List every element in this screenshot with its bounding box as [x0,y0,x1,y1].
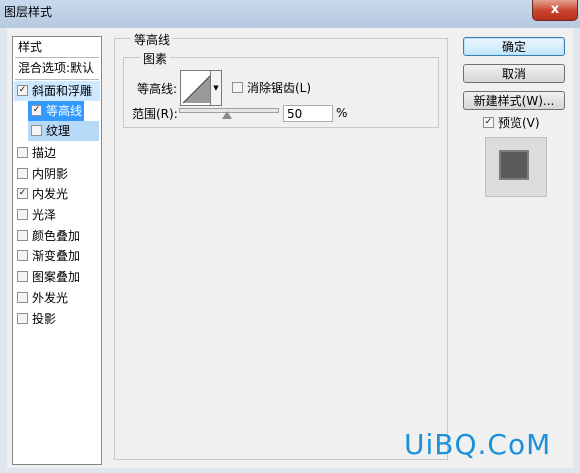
checkbox-satin[interactable] [17,209,28,220]
antialias-label: 消除锯齿(L) [247,81,312,95]
style-item-label: 内阴影 [32,167,69,181]
style-item-label: 斜面和浮雕 [32,84,93,98]
checkbox-texture[interactable] [31,125,42,136]
style-item-contour[interactable]: ✓ 等高线 [28,101,84,121]
checkbox-preview[interactable]: ✓ [483,117,494,128]
range-label: 范围(R): [132,107,178,121]
checkbox-inner-shadow[interactable] [17,168,28,179]
style-item-outer-glow[interactable]: 外发光 [17,288,68,308]
close-icon: x [550,2,560,17]
checkbox-pattern-overlay[interactable] [17,271,28,282]
style-item-color-overlay[interactable]: 颜色叠加 [17,226,80,246]
styles-header[interactable]: 样式 [18,37,42,57]
style-item-label: 描边 [32,146,57,160]
style-item-label: 外发光 [32,291,69,305]
style-item-label: 内发光 [32,187,69,201]
checkbox-color-overlay[interactable] [17,230,28,241]
dialog-client: 样式 混合选项:默认 ✓ 斜面和浮雕 ✓ 等高线 纹理 描边 内阴影 ✓ 内发光 光泽… [7,28,573,468]
preview-option[interactable]: ✓ 预览(V) [483,114,540,131]
antialias-option[interactable]: 消除锯齿(L) [232,79,311,96]
preview-swatch [499,150,529,180]
checkbox-antialias[interactable] [232,82,243,93]
style-item-label: 投影 [32,312,57,326]
title-bar: 图层样式 x [0,0,580,28]
style-item-inner-shadow[interactable]: 内阴影 [17,164,68,184]
checkbox-outer-glow[interactable] [17,292,28,303]
style-item-label: 纹理 [46,124,71,138]
new-style-button[interactable]: 新建样式(W)... [463,91,565,110]
style-item-label: 光泽 [32,208,57,222]
style-item-label: 等高线 [46,104,83,118]
checkbox-bevel-emboss[interactable]: ✓ [17,85,28,96]
style-item-label: 渐变叠加 [32,249,81,263]
style-item-drop-shadow[interactable]: 投影 [17,309,56,329]
blend-options-item[interactable]: 混合选项:默认 [18,58,94,78]
style-item-label: 图案叠加 [32,270,81,284]
checkbox-inner-glow[interactable]: ✓ [17,188,28,199]
checkbox-stroke[interactable] [17,147,28,158]
style-item-pattern-overlay[interactable]: 图案叠加 [17,267,80,287]
style-item-bevel-emboss[interactable]: ✓ 斜面和浮雕 [14,81,100,101]
ok-button[interactable]: 确定 [463,37,565,56]
style-item-texture[interactable]: 纹理 [28,121,99,141]
style-item-stroke[interactable]: 描边 [17,143,56,163]
cancel-button[interactable]: 取消 [463,64,565,83]
style-item-satin[interactable]: 光泽 [17,205,56,225]
style-item-gradient-overlay[interactable]: 渐变叠加 [17,246,80,266]
divider [15,79,99,80]
contour-group-title: 等高线 [131,31,174,48]
preview-label: 预览(V) [498,116,540,130]
range-slider-thumb[interactable] [222,111,232,119]
checkbox-contour[interactable]: ✓ [31,105,42,116]
checkbox-drop-shadow[interactable] [17,313,28,324]
contour-dropdown-arrow[interactable]: ▼ [210,70,222,106]
window-title: 图层样式 [4,5,53,19]
style-item-label: 颜色叠加 [32,229,81,243]
contour-label: 等高线: [137,82,178,96]
watermark: UiBQ.CoM [404,428,552,461]
close-button[interactable]: x [532,0,578,21]
elements-subgroup-title: 图素 [140,50,171,67]
checkbox-gradient-overlay[interactable] [17,250,28,261]
style-preview-thumbnail [485,137,547,197]
styles-list: 样式 混合选项:默认 ✓ 斜面和浮雕 ✓ 等高线 纹理 描边 内阴影 ✓ 内发光 光泽… [12,36,102,465]
range-input[interactable]: 50 [283,105,333,122]
chevron-down-icon: ▼ [213,84,219,92]
style-item-inner-glow[interactable]: ✓ 内发光 [17,184,68,204]
range-unit: % [336,106,348,120]
